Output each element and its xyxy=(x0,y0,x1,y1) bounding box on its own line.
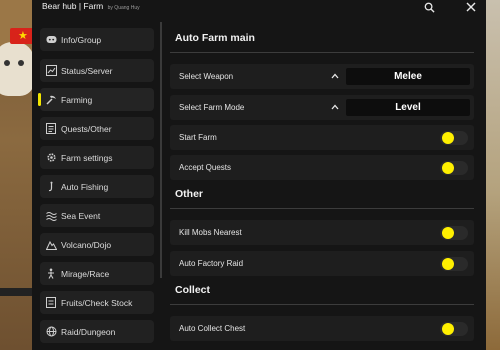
chart-icon xyxy=(45,65,57,77)
document-icon xyxy=(45,123,57,135)
sidebar-item-volcano-dojo[interactable]: Volcano/Dojo xyxy=(40,233,154,256)
farm-mode-dropdown-value[interactable]: Level xyxy=(346,99,470,116)
toggle-knob xyxy=(442,258,454,270)
kill-mobs-nearest-row: Kill Mobs Nearest xyxy=(170,220,474,245)
sidebar-scrollbar[interactable] xyxy=(160,22,162,278)
chevron-up-icon[interactable] xyxy=(328,100,342,114)
active-indicator xyxy=(38,93,41,106)
window-subtitle: by Quang Huy xyxy=(107,5,140,11)
section-divider xyxy=(170,304,474,305)
main-panel: Auto Farm main Select Weapon Melee Selec… xyxy=(170,0,474,350)
sidebar-item-farming[interactable]: Farming xyxy=(38,88,154,111)
sidebar-item-auto-fishing[interactable]: Auto Fishing xyxy=(40,175,154,198)
sidebar-item-label: Auto Fishing xyxy=(61,181,109,192)
sidebar-item-sea-event[interactable]: Sea Event xyxy=(40,204,154,227)
sidebar-item-label: Farm settings xyxy=(61,152,113,163)
start-farm-row: Start Farm xyxy=(170,125,474,150)
sidebar-item-label: Sea Event xyxy=(61,210,101,221)
row-label: Start Farm xyxy=(179,133,217,142)
section-divider xyxy=(170,208,474,209)
sidebar-item-quests-other[interactable]: Quests/Other xyxy=(40,117,154,140)
character-avatar xyxy=(0,42,34,96)
auto-factory-raid-row: Auto Factory Raid xyxy=(170,251,474,276)
figure-icon xyxy=(45,268,57,280)
sidebar-item-farm-settings[interactable]: Farm settings xyxy=(40,146,154,169)
sidebar-item-raid-dungeon[interactable]: Raid/Dungeon xyxy=(40,320,154,343)
sidebar-item-fruits-check-stock[interactable]: Fruits/Check Stock xyxy=(40,291,154,314)
sidebar-item-label: Raid/Dungeon xyxy=(61,326,116,337)
sidebar: Info/Group Status/Server Farming Quests/… xyxy=(38,28,154,350)
sidebar-item-label: Volcano/Dojo xyxy=(61,239,112,250)
sidebar-item-status-server[interactable]: Status/Server xyxy=(40,59,154,82)
toggle-knob xyxy=(442,227,454,239)
window-title-text: Bear hub | Farm xyxy=(42,1,104,11)
weapon-dropdown-value[interactable]: Melee xyxy=(346,68,470,85)
hub-window: Bear hub | Farm by Quang Huy Info/Group xyxy=(32,0,486,350)
mountain-icon xyxy=(45,239,57,251)
section-title-other: Other xyxy=(175,188,204,200)
sidebar-item-info-group[interactable]: Info/Group xyxy=(40,28,154,51)
sidebar-item-label: Farming xyxy=(61,94,93,105)
sidebar-item-label: Mirage/Race xyxy=(61,268,110,279)
row-label: Select Farm Mode xyxy=(179,103,245,112)
game-background-left: ★ xyxy=(0,0,34,350)
toggle-knob xyxy=(442,323,454,335)
sidebar-item-label: Status/Server xyxy=(61,65,113,76)
accept-quests-toggle[interactable] xyxy=(440,161,468,175)
select-weapon-row[interactable]: Select Weapon Melee xyxy=(170,64,474,89)
sidebar-item-label: Quests/Other xyxy=(61,123,112,134)
row-label: Auto Collect Chest xyxy=(179,324,246,333)
section-divider xyxy=(170,52,474,53)
auto-collect-chest-row: Auto Collect Chest xyxy=(170,316,474,341)
section-title-auto-farm-main: Auto Farm main xyxy=(175,32,255,44)
row-label: Kill Mobs Nearest xyxy=(179,228,242,237)
discord-icon xyxy=(45,34,57,46)
fruit-icon xyxy=(45,297,57,309)
start-farm-toggle[interactable] xyxy=(440,131,468,145)
auto-collect-chest-toggle[interactable] xyxy=(440,322,468,336)
sidebar-item-mirage-race[interactable]: Mirage/Race xyxy=(40,262,154,285)
name-tag xyxy=(0,288,32,296)
window-title: Bear hub | Farm by Quang Huy xyxy=(42,1,140,11)
section-title-collect: Collect xyxy=(175,284,211,296)
row-label: Auto Factory Raid xyxy=(179,259,244,268)
game-background-right xyxy=(486,0,500,350)
gear-icon xyxy=(45,152,57,164)
kill-mobs-nearest-toggle[interactable] xyxy=(440,226,468,240)
sidebar-item-label: Info/Group xyxy=(61,34,102,45)
sidebar-item-label: Fruits/Check Stock xyxy=(61,297,133,308)
globe-icon xyxy=(45,326,57,338)
fish-icon xyxy=(45,181,57,193)
auto-factory-raid-toggle[interactable] xyxy=(440,257,468,271)
toggle-knob xyxy=(442,132,454,144)
accept-quests-row: Accept Quests xyxy=(170,155,474,180)
row-label: Accept Quests xyxy=(179,163,232,172)
toggle-knob xyxy=(442,162,454,174)
vietnam-flag-icon: ★ xyxy=(10,28,34,44)
waves-icon xyxy=(45,210,57,222)
select-farm-mode-row[interactable]: Select Farm Mode Level xyxy=(170,95,474,120)
pickaxe-icon xyxy=(45,94,57,106)
row-label: Select Weapon xyxy=(179,72,234,81)
chevron-up-icon[interactable] xyxy=(328,69,342,83)
